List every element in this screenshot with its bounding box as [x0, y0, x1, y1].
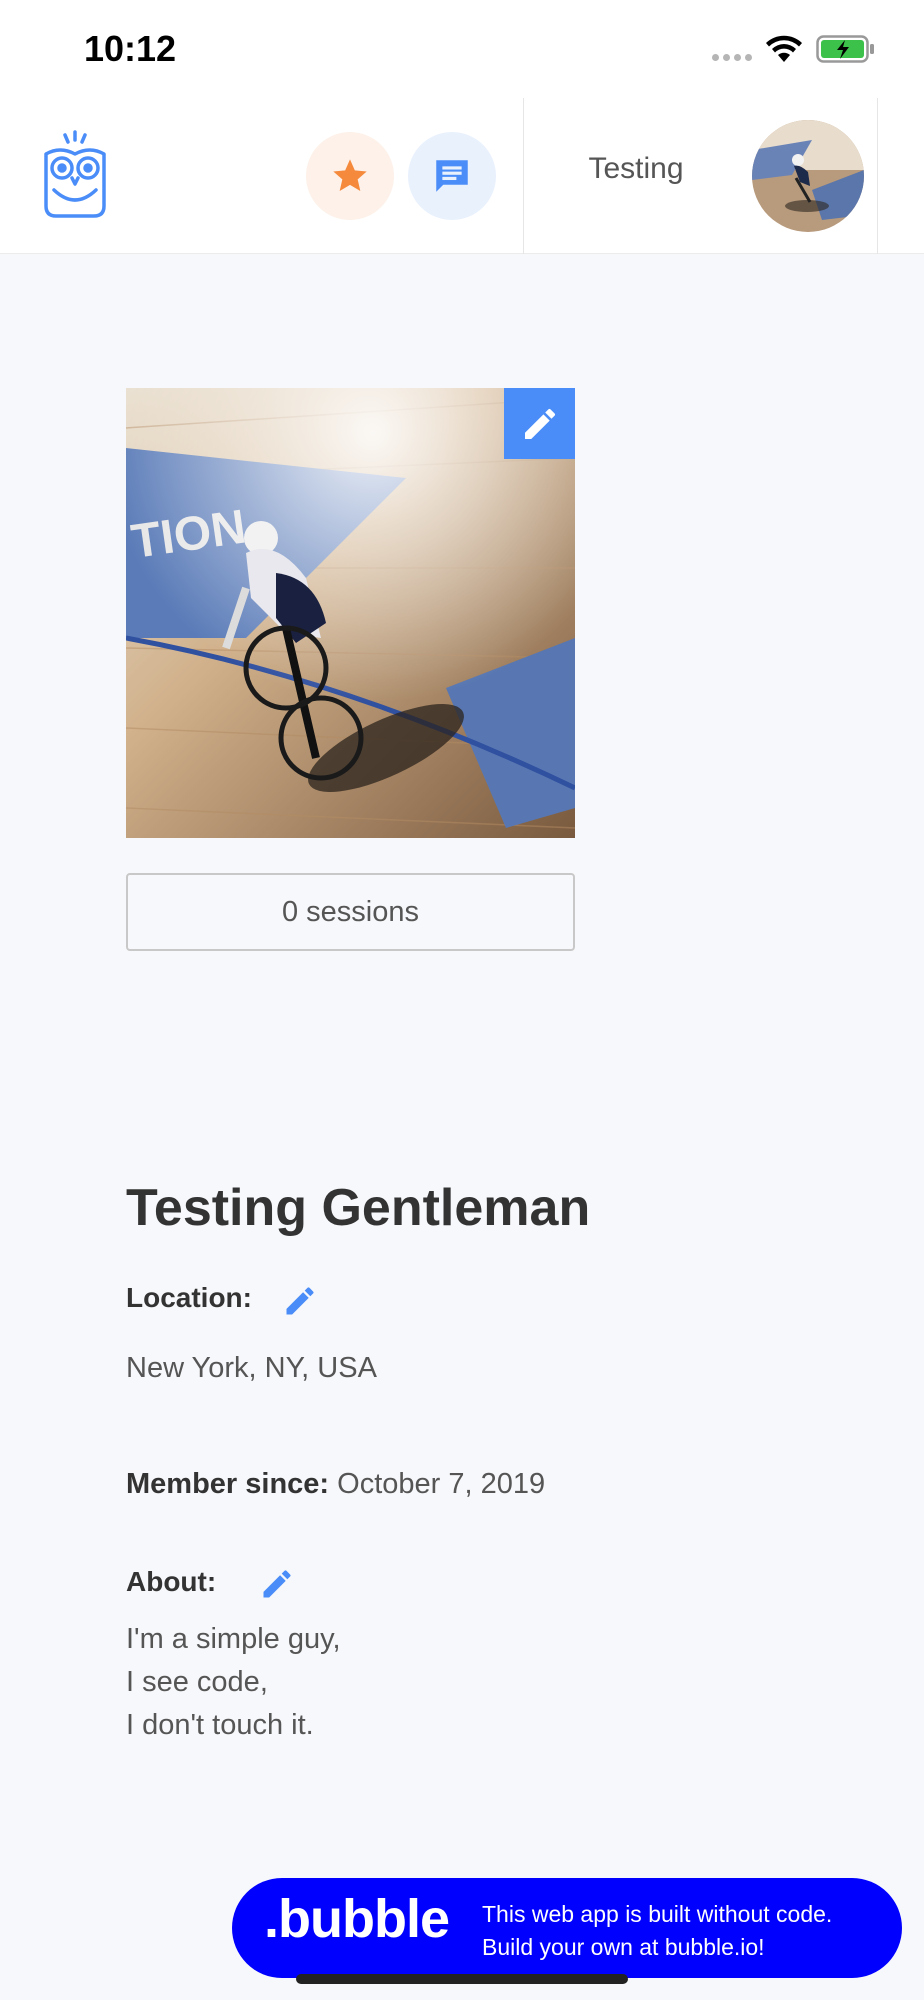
member-since-value: October 7, 2019 — [337, 1468, 546, 1500]
bubble-banner[interactable]: .bubble This web app is built without co… — [232, 1878, 902, 1978]
edit-about-pencil-icon[interactable] — [259, 1566, 295, 1602]
edit-location-pencil-icon[interactable] — [282, 1283, 318, 1319]
bubble-banner-line: Build your own at bubble.io! — [482, 1934, 765, 1960]
bubble-banner-line: This web app is built without code. — [482, 1901, 833, 1927]
avatar[interactable] — [752, 120, 864, 232]
wifi-icon — [766, 35, 802, 62]
header-username[interactable]: Testing — [566, 152, 706, 186]
home-indicator — [296, 1974, 628, 1984]
location-value: New York, NY, USA — [126, 1352, 377, 1384]
signal-icon — [712, 54, 752, 61]
about-line: I see code, — [126, 1666, 268, 1698]
about-line: I'm a simple guy, — [126, 1623, 341, 1655]
status-bar: 10:12 — [0, 0, 924, 98]
chat-icon — [436, 160, 468, 192]
bubble-banner-text: This web app is built without code. Buil… — [482, 1898, 832, 1964]
member-since-label: Member since: — [126, 1468, 330, 1500]
status-time: 10:12 — [84, 28, 177, 69]
pencil-icon — [524, 408, 555, 439]
profile-name: Testing Gentleman — [126, 1179, 591, 1237]
bubble-logo: .bubble — [264, 1889, 450, 1949]
sessions-button[interactable]: 0 sessions — [126, 873, 575, 951]
about-label: About: — [126, 1566, 217, 1597]
favorites-button[interactable] — [306, 132, 394, 220]
owl-logo-icon[interactable] — [40, 128, 110, 222]
header-divider — [877, 98, 878, 254]
member-since: Member since: October 7, 2019 — [126, 1468, 545, 1501]
battery-icon — [816, 35, 874, 63]
messages-button[interactable] — [408, 132, 496, 220]
app-header: Testing — [0, 98, 924, 254]
about-line: I don't touch it. — [126, 1709, 314, 1741]
star-icon — [333, 159, 367, 191]
about-text: I'm a simple guy, I see code, I don't to… — [126, 1618, 341, 1747]
edit-photo-button[interactable] — [504, 388, 575, 459]
header-divider — [523, 98, 524, 254]
location-label: Location: — [126, 1282, 252, 1313]
